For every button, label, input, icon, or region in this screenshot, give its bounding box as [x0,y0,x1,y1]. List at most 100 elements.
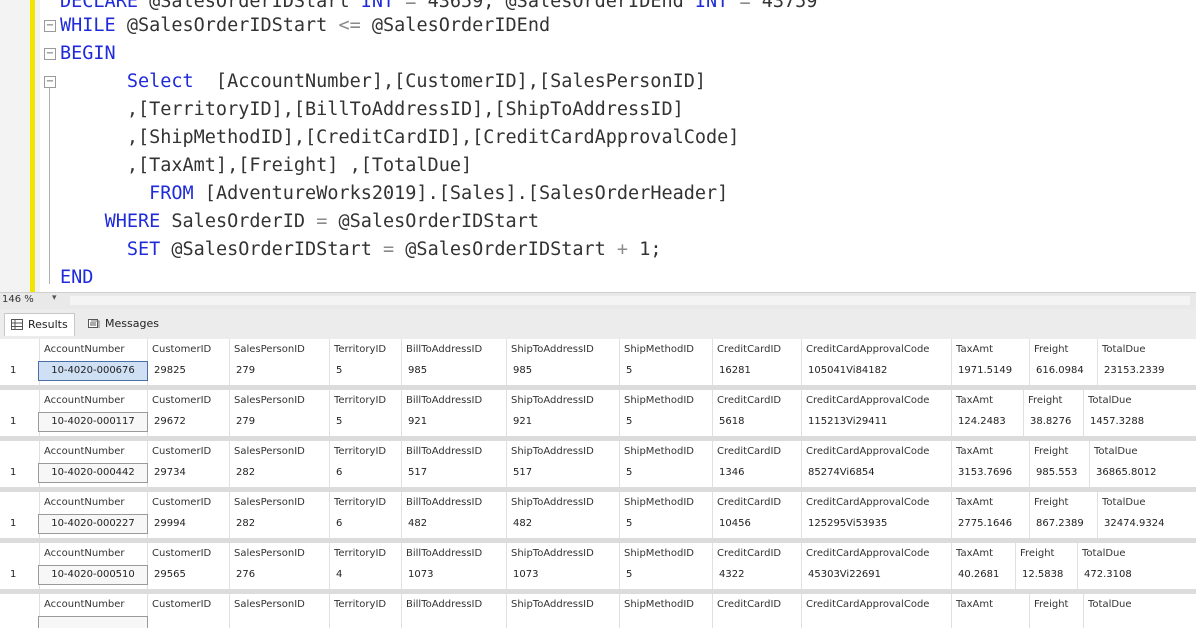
column-header[interactable]: BillToAddressID [406,548,482,559]
column-header[interactable]: BillToAddressID [406,344,482,355]
column-header[interactable]: Freight [1034,497,1068,508]
grid-cell[interactable]: 16281 [719,365,751,376]
column-header[interactable]: TaxAmt [956,548,993,559]
account-number-cell[interactable]: 10-4020-000117 [38,412,148,432]
column-header[interactable]: CustomerID [152,395,211,406]
grid-cell[interactable]: 29565 [154,569,186,580]
column-header[interactable]: ShipMethodID [624,548,694,559]
grid-cell[interactable]: 517 [513,467,532,478]
column-header[interactable]: ShipToAddressID [511,548,594,559]
column-header[interactable]: BillToAddressID [406,395,482,406]
grid-cell[interactable]: 5 [626,518,632,529]
column-header[interactable]: TaxAmt [956,497,993,508]
column-header[interactable]: CreditCardApprovalCode [806,446,929,457]
grid-cell[interactable]: 6 [336,518,342,529]
account-number-cell[interactable] [38,616,148,628]
column-header[interactable]: SalesPersonID [234,395,305,406]
column-header[interactable]: ShipMethodID [624,344,694,355]
account-number-cell[interactable]: 10-4020-000510 [38,565,148,585]
row-number[interactable]: 1 [10,518,16,529]
column-header[interactable]: CustomerID [152,599,211,610]
grid-cell[interactable]: 1073 [408,569,433,580]
column-header[interactable]: BillToAddressID [406,446,482,457]
column-header[interactable]: TotalDue [1102,344,1146,355]
grid-cell[interactable]: 40.2681 [958,569,999,580]
row-number[interactable]: 1 [10,365,16,376]
grid-cell[interactable]: 115213Vi29411 [808,416,887,427]
grid-cell[interactable]: 1457.3288 [1090,416,1144,427]
grid-cell[interactable]: 29734 [154,467,186,478]
grid-cell[interactable]: 5618 [719,416,744,427]
account-number-cell[interactable]: 10-4020-000442 [38,463,148,483]
column-header[interactable]: Freight [1020,548,1054,559]
grid-cell[interactable]: 6 [336,467,342,478]
grid-cell[interactable]: 985 [408,365,427,376]
column-header[interactable]: Freight [1034,599,1068,610]
tab-messages[interactable]: Messages [82,313,165,335]
column-header[interactable]: TotalDue [1088,395,1132,406]
grid-cell[interactable]: 1971.5149 [958,365,1012,376]
grid-cell[interactable]: 5 [626,416,632,427]
column-header[interactable]: ShipToAddressID [511,446,594,457]
column-header[interactable]: TaxAmt [956,395,993,406]
column-header[interactable]: CustomerID [152,548,211,559]
grid-cell[interactable]: 482 [513,518,532,529]
column-header[interactable]: BillToAddressID [406,599,482,610]
grid-cell[interactable]: 517 [408,467,427,478]
grid-cell[interactable]: 276 [236,569,255,580]
grid-cell[interactable]: 5 [336,365,342,376]
grid-cell[interactable]: 282 [236,467,255,478]
account-number-cell[interactable]: 10-4020-000227 [38,514,148,534]
grid-cell[interactable]: 616.0984 [1036,365,1084,376]
chevron-down-icon[interactable]: ▾ [52,293,57,303]
column-header[interactable]: ShipToAddressID [511,395,594,406]
column-header[interactable]: AccountNumber [44,497,125,508]
grid-cell[interactable]: 85274Vi6854 [808,467,875,478]
column-header[interactable]: TerritoryID [334,548,386,559]
column-header[interactable]: ShipMethodID [624,497,694,508]
column-header[interactable]: CustomerID [152,446,211,457]
column-header[interactable]: CreditCardApprovalCode [806,395,929,406]
column-header[interactable]: CreditCardID [717,344,781,355]
column-header[interactable]: TotalDue [1094,446,1138,457]
grid-cell[interactable]: 10456 [719,518,751,529]
grid-cell[interactable]: 45303Vi22691 [808,569,881,580]
grid-cell[interactable]: 32474.9324 [1104,518,1164,529]
column-header[interactable]: AccountNumber [44,599,125,610]
grid-cell[interactable]: 279 [236,416,255,427]
column-header[interactable]: CreditCardID [717,446,781,457]
grid-cell[interactable]: 4 [336,569,342,580]
grid-cell[interactable]: 921 [513,416,532,427]
column-header[interactable]: AccountNumber [44,446,125,457]
column-header[interactable]: SalesPersonID [234,497,305,508]
grid-cell[interactable]: 2775.1646 [958,518,1012,529]
fold-toggle-icon[interactable]: − [44,20,56,32]
grid-cell[interactable]: 29994 [154,518,186,529]
grid-cell[interactable]: 124.2483 [958,416,1006,427]
grid-cell[interactable]: 38.8276 [1030,416,1071,427]
grid-cell[interactable]: 985.553 [1036,467,1077,478]
column-header[interactable]: CreditCardID [717,548,781,559]
account-number-cell[interactable]: 10-4020-000676 [38,361,148,381]
grid-cell[interactable]: 282 [236,518,255,529]
sql-editor[interactable]: DECLARE @SalesOrderIDStart INT = 43659, … [0,0,1196,292]
horizontal-scrollbar[interactable] [70,296,1190,305]
column-header[interactable]: TaxAmt [956,599,993,610]
column-header[interactable]: CustomerID [152,344,211,355]
grid-cell[interactable]: 4322 [719,569,744,580]
grid-cell[interactable]: 36865.8012 [1096,467,1156,478]
column-header[interactable]: CustomerID [152,497,211,508]
grid-cell[interactable]: 23153.2339 [1104,365,1164,376]
column-header[interactable]: Freight [1034,446,1068,457]
column-header[interactable]: SalesPersonID [234,344,305,355]
grid-cell[interactable]: 5 [626,467,632,478]
column-header[interactable]: SalesPersonID [234,446,305,457]
column-header[interactable]: Freight [1028,395,1062,406]
column-header[interactable]: TaxAmt [956,344,993,355]
grid-cell[interactable]: 921 [408,416,427,427]
column-header[interactable]: CreditCardApprovalCode [806,497,929,508]
column-header[interactable]: ShipMethodID [624,446,694,457]
column-header[interactable]: CreditCardApprovalCode [806,548,929,559]
grid-cell[interactable]: 125295Vi53935 [808,518,887,529]
column-header[interactable]: CreditCardID [717,599,781,610]
